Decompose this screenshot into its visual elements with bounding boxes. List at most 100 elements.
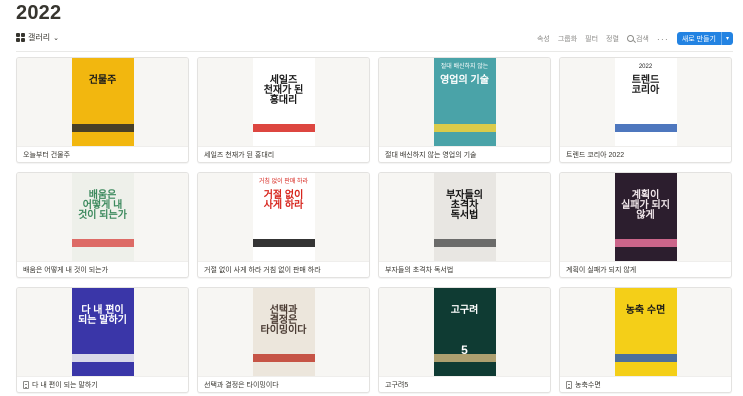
search-label: 검색 (635, 35, 649, 43)
gallery-card[interactable]: 계획이 실패가 되지 않게 계획이 실패가 되지 않게 (559, 172, 732, 278)
cover-accent-band (614, 239, 677, 247)
group-button[interactable]: 그룹화 (558, 34, 577, 44)
gallery-grid: 건물주 오늘부터 건물주 세일즈 천재가 된 홍대리 세일즈 천재가 된 홍대리 영업의… (16, 57, 733, 393)
card-title: 배움은 어떻게 내 것이 되는가 (17, 261, 188, 277)
search-icon (626, 35, 634, 42)
card-cover: 건물주 (17, 58, 188, 146)
cover-title-text: 선택과 결정은 타이밍이다 (260, 305, 307, 336)
book-cover-image: 선택과 결정은 타이밍이다 (252, 288, 315, 376)
gallery-card[interactable]: 건물주오늘부터 건물주 (16, 57, 189, 163)
page-icon (23, 381, 29, 389)
card-title: 트렌드 코리아 2022 (560, 146, 731, 162)
book-cover-image: 다 내 편이 되는 말하기 (71, 288, 134, 376)
card-title: 세일즈 천재가 된 홍대리 (198, 146, 369, 162)
cover-subtitle-text: 절대 배신하지 않는 (440, 64, 489, 70)
new-button-group: 새로 만들기 ▾ (676, 32, 733, 45)
cover-accent-band (71, 354, 134, 362)
book-cover-image: 고구려 5 (433, 288, 496, 376)
card-title: 부자들의 초격차 독서법 (379, 261, 550, 277)
card-cover: 고구려 5 (379, 288, 550, 376)
book-cover-image: 건물주 (71, 58, 134, 146)
card-cover: 트렌드 코리아 2022 (560, 58, 731, 146)
gallery-card[interactable]: 거절 없이 사게 하라 거침 없이 판매 하라거절 없이 사게 하라 거침 없이 … (197, 172, 370, 278)
card-cover: 배움은 어떻게 내 것이 되는가 (17, 173, 188, 261)
cover-accent-band (252, 354, 315, 362)
card-title: 계획이 실패가 되지 않게 (560, 261, 731, 277)
book-cover-image: 농축 수면 (614, 288, 677, 376)
card-title: 고구려5 (379, 376, 550, 392)
view-label: 갤러리 (28, 33, 51, 42)
cover-subtitle-text: 2022 (638, 64, 653, 70)
card-title-label: 고구려5 (385, 382, 409, 389)
toolbar-actions: 속성 그룹화 필터 정렬 검색 ··· 새로 만들기 ▾ (537, 32, 733, 45)
card-title-label: 세일즈 천재가 된 홍대리 (204, 152, 275, 159)
cover-title-text: 농축 수면 (625, 305, 666, 316)
gallery-icon (16, 33, 25, 42)
cover-accent-band (71, 124, 134, 132)
card-cover: 영업의 기술 절대 배신하지 않는 (379, 58, 550, 146)
book-cover-image: 세일즈 천재가 된 홍대리 (252, 58, 315, 146)
gallery-view-tab[interactable]: 갤러리 ⌄ (16, 32, 59, 43)
gallery-card[interactable]: 배움은 어떻게 내 것이 되는가 배움은 어떻게 내 것이 되는가 (16, 172, 189, 278)
page-title: 2022 (16, 2, 62, 24)
more-options-icon[interactable]: ··· (657, 34, 669, 44)
cover-title-text: 배움은 어떻게 내 것이 되는가 (78, 190, 127, 221)
filter-button[interactable]: 필터 (585, 34, 598, 44)
gallery-card[interactable]: 고구려 5 고구려5 (378, 287, 551, 393)
gallery-card[interactable]: 세일즈 천재가 된 홍대리 세일즈 천재가 된 홍대리 (197, 57, 370, 163)
book-cover-image: 부자들의 초격차 독서법 (433, 173, 496, 261)
chevron-down-icon: ⌄ (53, 34, 59, 42)
card-title: 농축수면 (560, 376, 731, 392)
card-title: 선택과 결정은 타이밍이다 (198, 376, 369, 392)
new-dropdown-chevron-icon[interactable]: ▾ (720, 32, 733, 45)
toolbar-divider (16, 51, 733, 52)
card-title-label: 농축수면 (575, 382, 601, 389)
card-cover: 계획이 실패가 되지 않게 (560, 173, 731, 261)
card-title: 오늘부터 건물주 (17, 146, 188, 162)
cover-title-text: 건물주 (88, 75, 117, 86)
cover-title-text: 계획이 실패가 되지 않게 (621, 190, 670, 221)
cover-accent-band (252, 124, 315, 132)
database-toolbar: 갤러리 ⌄ 속성 그룹화 필터 정렬 검색 ··· 새로 만들기 ▾ (16, 32, 733, 50)
gallery-card[interactable]: 농축 수면농축수면 (559, 287, 732, 393)
card-title-label: 절대 배신하지 않는 영업의 기술 (385, 152, 477, 159)
book-cover-image: 배움은 어떻게 내 것이 되는가 (71, 173, 134, 261)
properties-button[interactable]: 속성 (537, 34, 550, 44)
gallery-card[interactable]: 다 내 편이 되는 말하기 다 내 편이 되는 말하기 (16, 287, 189, 393)
new-button[interactable]: 새로 만들기 (677, 32, 721, 45)
card-title-label: 선택과 결정은 타이밍이다 (204, 382, 279, 389)
cover-title-text: 영업의 기술 (440, 75, 489, 86)
sort-button[interactable]: 정렬 (606, 34, 619, 44)
card-title: 절대 배신하지 않는 영업의 기술 (379, 146, 550, 162)
search-button[interactable]: 검색 (626, 34, 649, 44)
book-cover-image: 거절 없이 사게 하라 거침 없이 판매 하라 (252, 173, 315, 261)
cover-accent-band (71, 239, 134, 247)
card-cover: 선택과 결정은 타이밍이다 (198, 288, 369, 376)
card-title: 다 내 편이 되는 말하기 (17, 376, 188, 392)
card-title-label: 트렌드 코리아 2022 (566, 152, 625, 159)
card-cover: 세일즈 천재가 된 홍대리 (198, 58, 369, 146)
cover-accent-band (433, 124, 496, 132)
cover-title-text: 고구려 (450, 305, 479, 316)
book-cover-image: 영업의 기술 절대 배신하지 않는 (433, 58, 496, 146)
gallery-card[interactable]: 트렌드 코리아 2022 트렌드 코리아 2022 (559, 57, 732, 163)
cover-title-text: 세일즈 천재가 된 홍대리 (263, 75, 304, 106)
cover-accent-band (433, 239, 496, 247)
cover-title-text: 다 내 편이 되는 말하기 (78, 305, 127, 326)
gallery-card[interactable]: 선택과 결정은 타이밍이다 선택과 결정은 타이밍이다 (197, 287, 370, 393)
cover-subtitle-text: 거침 없이 판매 하라 (258, 179, 309, 185)
cover-accent-band (614, 354, 677, 362)
card-title-label: 계획이 실패가 되지 않게 (566, 267, 637, 274)
card-cover: 부자들의 초격차 독서법 (379, 173, 550, 261)
gallery-card[interactable]: 부자들의 초격차 독서법 부자들의 초격차 독서법 (378, 172, 551, 278)
card-title-label: 오늘부터 건물주 (23, 152, 71, 159)
cover-title-text: 부자들의 초격차 독서법 (446, 190, 483, 221)
card-cover: 농축 수면 (560, 288, 731, 376)
card-title-label: 배움은 어떻게 내 것이 되는가 (23, 267, 109, 274)
cover-accent-band (614, 124, 677, 132)
book-cover-image: 트렌드 코리아 2022 (614, 58, 677, 146)
card-title-label: 다 내 편이 되는 말하기 (32, 382, 98, 389)
gallery-card[interactable]: 영업의 기술 절대 배신하지 않는절대 배신하지 않는 영업의 기술 (378, 57, 551, 163)
cover-subtitle-text: 5 (461, 343, 468, 357)
card-title-label: 거절 없이 사게 하라 거침 없이 판매 하라 (204, 267, 321, 274)
